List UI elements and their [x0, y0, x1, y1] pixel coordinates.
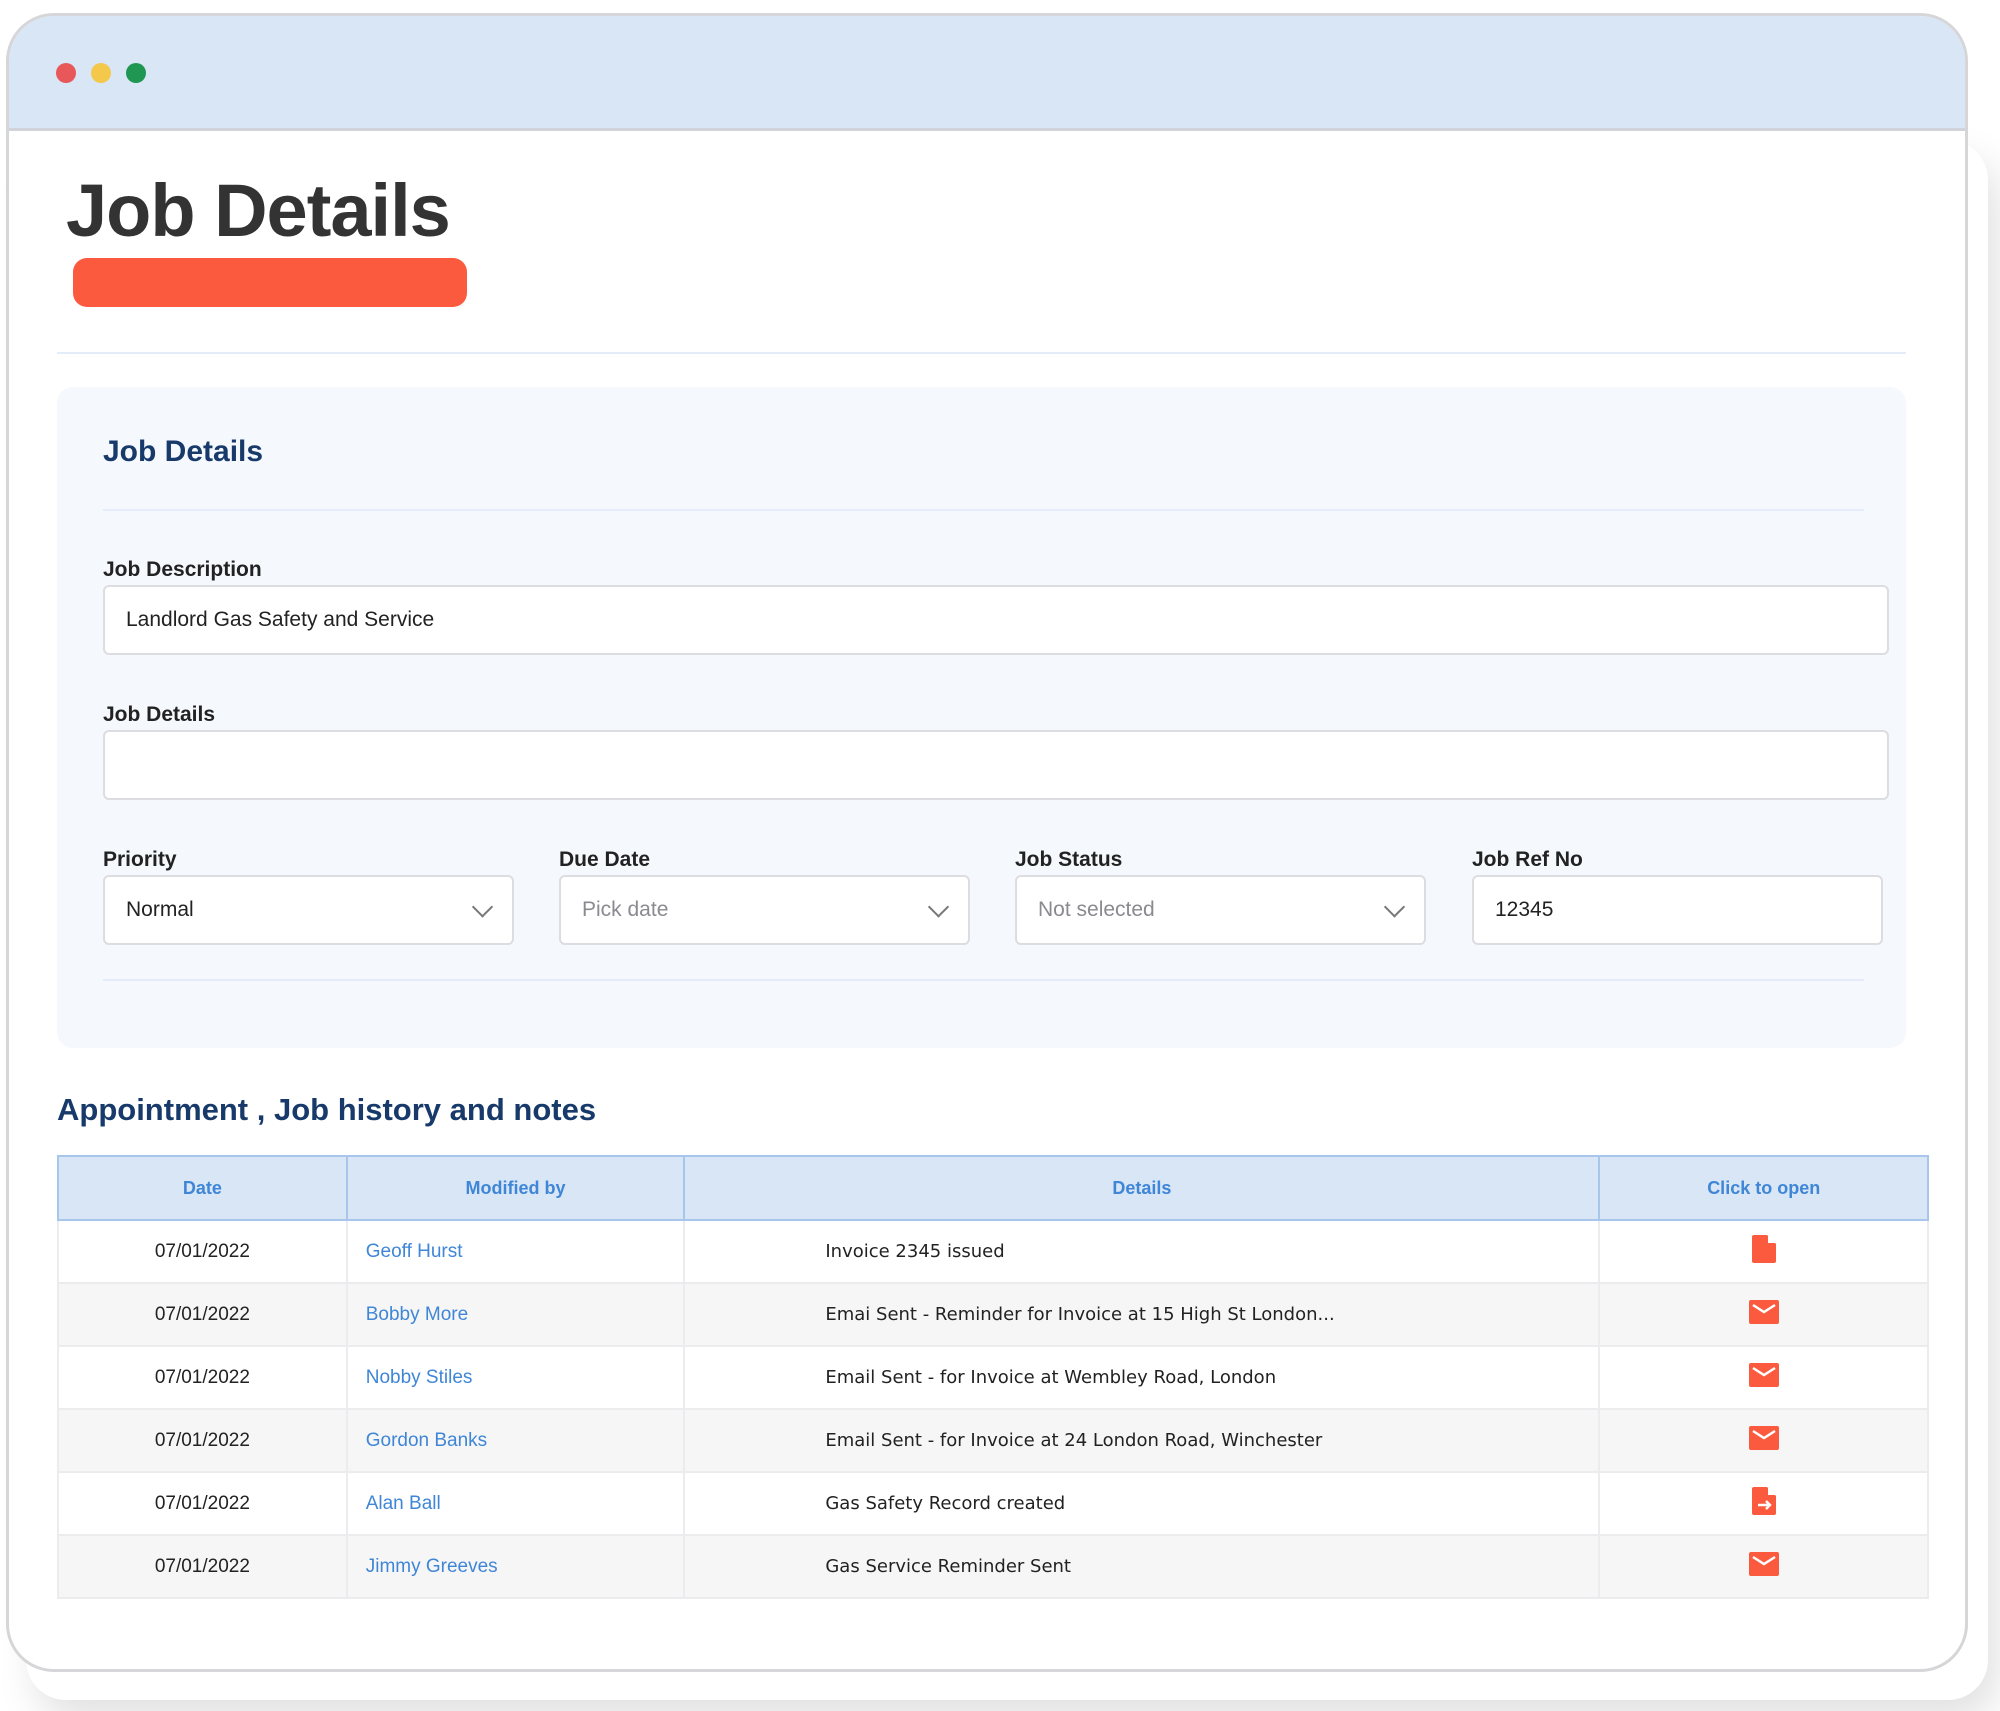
chevron-down-icon [471, 896, 494, 918]
close-window-button[interactable] [56, 63, 76, 83]
table-row: 07/01/2022 Gordon Banks Email Sent - for… [57, 1408, 1929, 1473]
row-details: Email Sent - for Invoice at Wembley Road… [683, 1345, 1601, 1410]
job-status-label: Job Status [1015, 848, 1123, 871]
priority-value: Normal [126, 898, 194, 921]
title-bar [9, 16, 1965, 131]
chevron-down-icon [1383, 896, 1406, 918]
row-date: 07/01/2022 [57, 1219, 348, 1284]
row-modified-by-link[interactable]: Bobby More [345, 1282, 686, 1347]
row-details: Gas Service Reminder Sent [683, 1534, 1601, 1599]
job-description-input[interactable]: Landlord Gas Safety and Service [103, 585, 1889, 655]
envelope-icon[interactable] [1748, 1551, 1779, 1582]
priority-select[interactable]: Normal [103, 875, 514, 945]
job-description-value: Landlord Gas Safety and Service [126, 608, 435, 631]
due-date-picker[interactable]: Pick date [559, 875, 970, 945]
panel-divider [103, 509, 1864, 511]
document-export-icon[interactable] [1751, 1486, 1776, 1521]
row-modified-by-link[interactable]: Jimmy Greeves [345, 1534, 686, 1599]
row-date: 07/01/2022 [57, 1282, 348, 1347]
column-header-click-to-open[interactable]: Click to open [1599, 1155, 1929, 1221]
row-modified-by-link[interactable]: Gordon Banks [345, 1408, 686, 1473]
row-details: Gas Safety Record created [683, 1471, 1601, 1536]
panel-divider-bottom [103, 979, 1864, 981]
table-row: 07/01/2022 Jimmy Greeves Gas Service Rem… [57, 1534, 1929, 1599]
row-date: 07/01/2022 [57, 1345, 348, 1410]
job-status-placeholder: Not selected [1038, 898, 1155, 921]
job-ref-no-input[interactable]: 12345 [1472, 875, 1883, 945]
column-header-modified-by[interactable]: Modified by [346, 1155, 686, 1221]
row-modified-by-link[interactable]: Nobby Stiles [345, 1345, 686, 1410]
row-date: 07/01/2022 [57, 1408, 348, 1473]
priority-label: Priority [103, 848, 177, 871]
job-details-panel [57, 387, 1906, 1048]
history-table: Date Modified by Details Click to open 0… [57, 1155, 1929, 1599]
row-details: Email Sent - for Invoice at 24 London Ro… [683, 1408, 1601, 1473]
job-details-input[interactable] [103, 730, 1889, 800]
row-date: 07/01/2022 [57, 1534, 348, 1599]
due-date-label: Due Date [559, 848, 651, 871]
history-heading: Appointment , Job history and notes [57, 1092, 597, 1127]
table-header-row: Date Modified by Details Click to open [57, 1155, 1929, 1221]
maximize-window-button[interactable] [126, 63, 146, 83]
column-header-details[interactable]: Details [684, 1155, 1601, 1221]
envelope-icon[interactable] [1748, 1425, 1779, 1456]
job-description-label: Job Description [103, 558, 262, 581]
row-modified-by-link[interactable]: Alan Ball [345, 1471, 686, 1536]
panel-heading: Job Details [103, 435, 264, 468]
row-details: Invoice 2345 issued [683, 1219, 1601, 1284]
job-details-label: Job Details [103, 703, 216, 726]
divider [57, 352, 1906, 354]
envelope-icon[interactable] [1748, 1299, 1779, 1330]
table-row: 07/01/2022 Geoff Hurst Invoice 2345 issu… [57, 1219, 1929, 1284]
envelope-icon[interactable] [1748, 1362, 1779, 1393]
job-ref-no-label: Job Ref No [1472, 848, 1583, 871]
job-ref-no-value: 12345 [1495, 898, 1554, 921]
row-modified-by-link[interactable]: Geoff Hurst [345, 1219, 686, 1284]
job-status-select[interactable]: Not selected [1015, 875, 1426, 945]
column-header-date[interactable]: Date [57, 1155, 348, 1221]
title-accent-bar [73, 258, 467, 307]
row-details: Emai Sent - Reminder for Invoice at 15 H… [683, 1282, 1601, 1347]
minimize-window-button[interactable] [91, 63, 111, 83]
table-row: 07/01/2022 Nobby Stiles Email Sent - for… [57, 1345, 1929, 1410]
chevron-down-icon [927, 896, 950, 918]
due-date-placeholder: Pick date [582, 898, 669, 921]
document-icon[interactable] [1751, 1234, 1776, 1269]
page-title: Job Details [66, 169, 451, 252]
table-row: 07/01/2022 Bobby More Emai Sent - Remind… [57, 1282, 1929, 1347]
row-date: 07/01/2022 [57, 1471, 348, 1536]
table-row: 07/01/2022 Alan Ball Gas Safety Record c… [57, 1471, 1929, 1536]
